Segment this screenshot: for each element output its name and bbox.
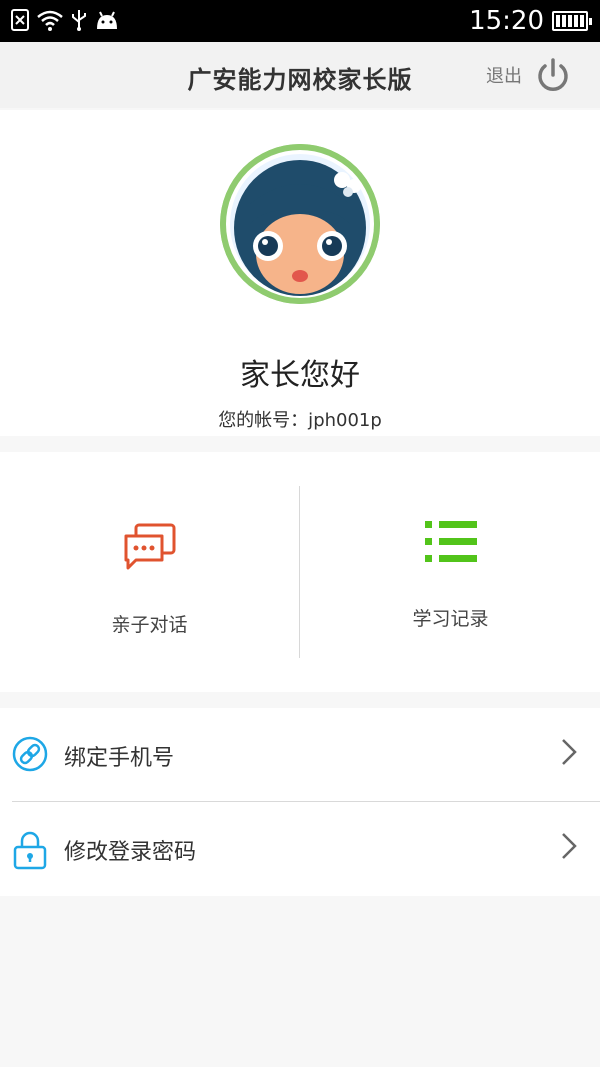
chevron-right-icon (562, 739, 577, 765)
no-sim-icon (11, 9, 29, 31)
chat-bubbles-icon (124, 523, 175, 570)
link-icon (12, 736, 48, 772)
chevron-right-icon (562, 833, 577, 859)
bind-phone-label: 绑定手机号 (64, 746, 175, 771)
lock-icon (13, 831, 47, 870)
list-icon (424, 521, 477, 562)
avatar-girl-icon (220, 144, 380, 304)
title-bar: 广安能力网校家长版 退出 (0, 42, 600, 108)
battery-icon (552, 11, 592, 31)
change-password-row[interactable]: 修改登录密码 (0, 802, 600, 894)
action-label: 亲子对话 (111, 614, 188, 636)
profile-card: 家长您好 您的帐号：jph001p (0, 110, 600, 436)
action-label: 学习记录 (412, 608, 489, 630)
logout-button[interactable]: 退出 (486, 56, 572, 94)
usb-icon (72, 10, 86, 31)
study-record-button[interactable]: 学习记录 (301, 452, 600, 692)
greeting-text: 家长您好 (240, 358, 360, 393)
change-password-label: 修改登录密码 (64, 840, 197, 865)
settings-list: 绑定手机号 修改登录密码 (0, 708, 600, 896)
android-icon (97, 11, 117, 29)
action-grid: 亲子对话 学习记录 (0, 452, 600, 692)
account-text: 您的帐号：jph001p (218, 410, 382, 431)
status-clock: 15:20 (469, 6, 544, 36)
parent-child-chat-button[interactable]: 亲子对话 (0, 452, 299, 692)
action-divider (299, 486, 300, 658)
wifi-icon (37, 10, 63, 31)
status-bar: 15:20 (0, 0, 600, 42)
status-icons (10, 8, 120, 32)
logout-label: 退出 (486, 66, 522, 87)
avatar[interactable] (220, 144, 380, 304)
power-icon (538, 58, 568, 91)
bind-phone-row[interactable]: 绑定手机号 (0, 708, 600, 802)
